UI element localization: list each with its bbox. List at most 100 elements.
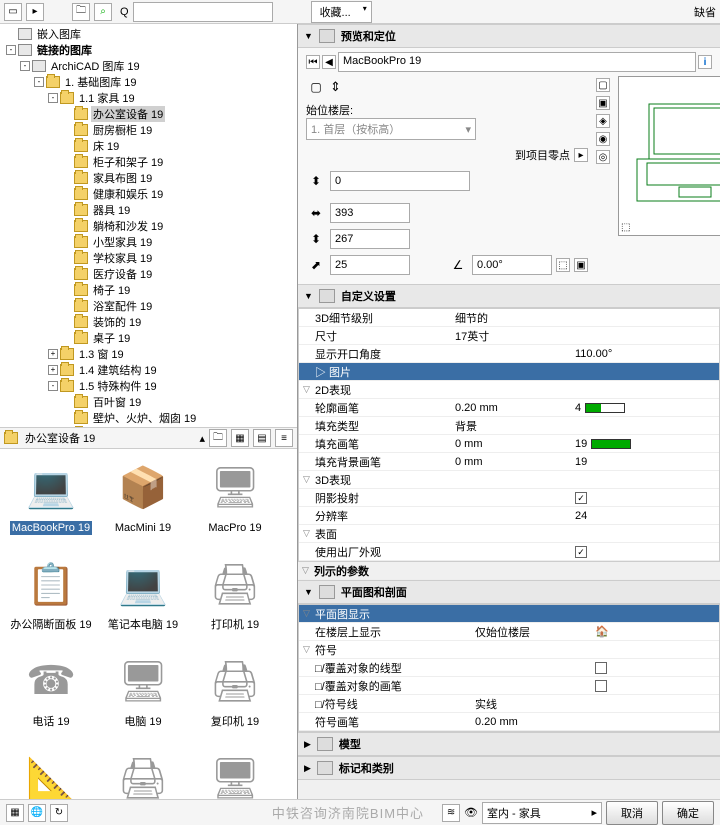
tree-icon[interactable]: 🗀 [72,3,90,21]
property-row[interactable]: 分辨率24 [299,507,719,525]
property-row[interactable]: 阴影投射 [299,489,719,507]
tree-item[interactable]: 嵌入图库 [2,26,295,42]
tree-item[interactable]: +1.4 建筑结构 19 [2,362,295,378]
panel-toggle-icon[interactable]: ▭ [4,3,22,21]
favorites-button[interactable]: 收藏... [311,1,372,23]
mirror-v-icon[interactable]: ▣ [574,258,588,272]
view-folder-icon[interactable]: 🗀 [209,429,227,447]
origin-input[interactable] [330,171,470,191]
chevron-right-icon[interactable]: ▸ [574,148,588,162]
up-arrow-icon[interactable]: ▴ [199,432,205,445]
property-row[interactable]: ▽3D表现 [299,471,719,489]
width-input[interactable] [330,203,410,223]
tree-item[interactable]: 桌子 19 [2,330,295,346]
tree-item[interactable]: 办公室设备 19 [2,106,295,122]
section-plan-header[interactable]: ▼ 平面图和剖面 [298,580,720,604]
thumb-item[interactable]: 📦MacMini 19 [98,455,188,550]
property-row[interactable]: 填充画笔0 mm19 [299,435,719,453]
tree-item[interactable]: 小型家具 19 [2,234,295,250]
angle-input[interactable] [472,255,552,275]
property-row[interactable]: 轮廓画笔0.20 mm4 [299,399,719,417]
tree-item[interactable]: 医疗设备 19 [2,266,295,282]
tree-item[interactable]: 家具布图 19 [2,170,295,186]
tree-item[interactable]: -1. 基础图库 19 [2,74,295,90]
layer-icon[interactable]: ≋ [442,804,460,822]
nav-first-icon[interactable]: ⏮ [306,55,320,69]
tree-item[interactable]: 装饰的 19 [2,314,295,330]
view-top-icon[interactable]: ▢ [596,78,610,92]
property-row[interactable]: 3D细节级别细节的 [299,309,719,327]
section-custom-header[interactable]: ▼ 自定义设置 [298,284,720,308]
view-front-icon[interactable]: ▣ [596,96,610,110]
cancel-button[interactable]: 取消 [606,801,658,825]
grid-icon[interactable]: ▦ [6,804,24,822]
tree-item[interactable]: +1.3 窗 19 [2,346,295,362]
tree-item[interactable]: 床 19 [2,138,295,154]
filter-icon[interactable]: ⌕ [94,3,112,21]
property-row[interactable]: ▽2D表现 [299,381,719,399]
property-row[interactable]: 尺寸17英寸 [299,327,719,345]
section-tags-header[interactable]: ▶ 标记和类别 [298,756,720,780]
refresh-icon[interactable]: ↻ [50,804,68,822]
arrow-icon[interactable]: ▸ [26,3,44,21]
floor-select[interactable]: 1. 首层（按标高）▾ [306,118,476,140]
z-input[interactable] [330,255,410,275]
info-icon[interactable]: i [698,55,712,69]
property-row[interactable]: □/符号线实线 [299,695,719,713]
view-list-icon[interactable]: ≡ [275,429,293,447]
property-row[interactable]: □/覆盖对象的线型 [299,659,719,677]
property-row[interactable]: ▽表面 [299,525,719,543]
tree-item[interactable]: 厨房橱柜 19 [2,122,295,138]
globe-icon[interactable]: 🌐 [28,804,46,822]
search-input[interactable] [133,2,273,22]
thumb-item[interactable]: 🖨绘图机 19 [98,746,188,799]
tree-item[interactable]: 学校家具 19 [2,250,295,266]
tree-item[interactable]: 椅子 19 [2,282,295,298]
property-row[interactable]: 填充背景画笔0 mm19 [299,453,719,471]
tree-item[interactable]: 百叶窗 19 [2,394,295,410]
preview-viewport[interactable]: ⬚ [618,76,720,236]
thumb-item[interactable]: 💻MacBookPro 19 [6,455,96,550]
property-row[interactable]: 填充类型背景 [299,417,719,435]
thumb-item[interactable]: ☎电话 19 [6,649,96,744]
depth-input[interactable] [330,229,410,249]
thumb-item[interactable]: 💻笔记本电脑 19 [98,552,188,647]
view-3d-icon[interactable]: ◈ [596,114,610,128]
thumb-item[interactable]: 🖨打印机 19 [190,552,280,647]
tree-item[interactable]: 柜子和架子 19 [2,154,295,170]
ok-button[interactable]: 确定 [662,801,714,825]
thumb-item[interactable]: 🖥电脑 19 [98,649,188,744]
thumb-item[interactable]: 📋办公隔断面板 19 [6,552,96,647]
thumbnail-grid[interactable]: 💻MacBookPro 19📦MacMini 19🖥MacPro 19 📋办公隔断… [0,449,297,799]
property-row[interactable]: 在楼层上显示仅始位楼层🏠 [299,623,719,641]
tree-item[interactable]: -ArchiCAD 图库 19 [2,58,295,74]
view-side-icon[interactable]: ◎ [596,150,610,164]
tree-item[interactable]: 器具 19 [2,202,295,218]
library-tree[interactable]: 嵌入图库-链接的图库-ArchiCAD 图库 19-1. 基础图库 19-1.1… [0,24,297,427]
property-row[interactable]: 符号画笔0.20 mm [299,713,719,731]
property-row[interactable]: ▽符号 [299,641,719,659]
layer-select[interactable]: 室内 - 家具▸ [482,802,602,824]
property-row[interactable]: 显示开口角度110.00° [299,345,719,363]
property-row[interactable]: □/覆盖对象的画笔 [299,677,719,695]
view-small-icon[interactable]: ▤ [253,429,271,447]
section-preview-header[interactable]: ▼ 预览和定位 [298,24,720,48]
mirror-h-icon[interactable]: ⬚ [556,258,570,272]
nav-prev-icon[interactable]: ◀ [322,55,336,69]
property-row[interactable]: ▷ 图片 [299,363,719,381]
tree-item[interactable]: 浴室配件 19 [2,298,295,314]
property-row[interactable]: ▽平面图显示 [299,605,719,623]
tree-item[interactable]: 躺椅和沙发 19 [2,218,295,234]
eye-icon[interactable]: 👁 [464,806,478,819]
tree-item[interactable]: -1.1 家具 19 [2,90,295,106]
thumb-item[interactable]: 🖥监视器 19 [190,746,280,799]
view-iso-icon[interactable]: ◉ [596,132,610,146]
section-model-header[interactable]: ▶ 模型 [298,732,720,756]
tree-item[interactable]: 健康和娱乐 19 [2,186,295,202]
thumb-item[interactable]: 📐画夹 19 [6,746,96,799]
property-row[interactable]: 使用出厂外观 [299,543,719,561]
thumb-item[interactable]: 🖨复印机 19 [190,649,280,744]
tree-item[interactable]: -1.5 特殊构件 19 [2,378,295,394]
thumb-item[interactable]: 🖥MacPro 19 [190,455,280,550]
view-large-icon[interactable]: ▦ [231,429,249,447]
